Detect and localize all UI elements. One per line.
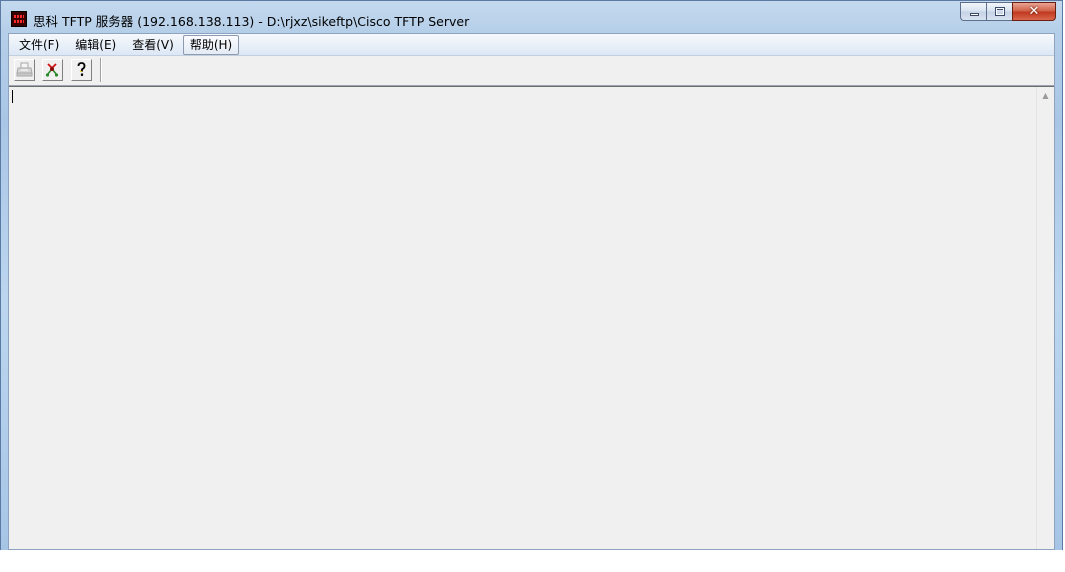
options-icon xyxy=(45,63,59,77)
maximize-icon xyxy=(995,7,1005,16)
print-icon xyxy=(16,62,33,77)
app-icon[interactable] xyxy=(11,11,27,27)
menu-help[interactable]: 帮助(H) xyxy=(182,34,240,55)
minimize-icon xyxy=(970,13,979,16)
client-area: 文件(F) 编辑(E) 查看(V) 帮助(H) ▲ xyxy=(8,33,1055,550)
caption-buttons: ✕ xyxy=(960,2,1056,22)
menu-bar: 文件(F) 编辑(E) 查看(V) 帮助(H) xyxy=(9,34,1054,56)
menu-edit[interactable]: 编辑(E) xyxy=(68,35,123,55)
text-caret xyxy=(12,90,13,103)
window-title: 思科 TFTP 服务器 (192.168.138.113) - D:\rjxz\… xyxy=(33,14,470,29)
close-icon: ✕ xyxy=(1028,4,1040,19)
title-bar[interactable]: 思科 TFTP 服务器 (192.168.138.113) - D:\rjxz\… xyxy=(1,1,1062,33)
minimize-button[interactable] xyxy=(960,2,986,21)
toolbar-separator xyxy=(100,58,102,82)
menu-file[interactable]: 文件(F) xyxy=(12,35,66,55)
app-window: 思科 TFTP 服务器 (192.168.138.113) - D:\rjxz\… xyxy=(0,0,1063,550)
vertical-scrollbar[interactable]: ▲ xyxy=(1036,87,1054,549)
close-button[interactable]: ✕ xyxy=(1012,2,1056,21)
options-button[interactable] xyxy=(42,59,63,81)
scroll-up-button[interactable]: ▲ xyxy=(1037,87,1054,104)
maximize-button[interactable] xyxy=(986,2,1012,21)
help-button[interactable] xyxy=(71,59,92,81)
help-icon xyxy=(77,62,86,76)
log-text-area[interactable]: ▲ xyxy=(9,86,1054,549)
toolbar xyxy=(9,56,1054,86)
menu-view[interactable]: 查看(V) xyxy=(125,35,181,55)
print-button[interactable] xyxy=(14,59,35,81)
